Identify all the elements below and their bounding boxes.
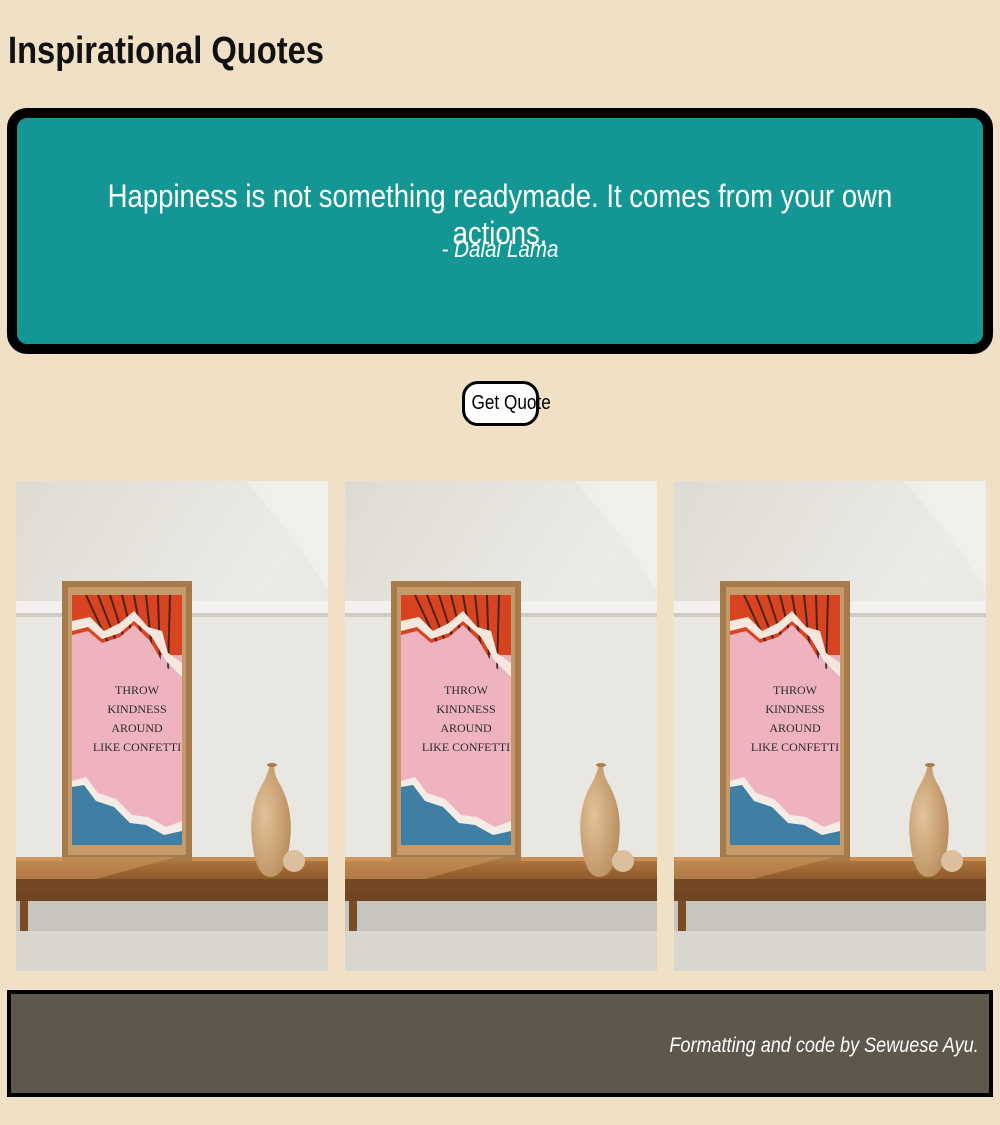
poster-photo-1: THROW KINDNESS AROUND LIKE CONFETTI <box>16 481 328 971</box>
footer-credit: Formatting and code by Sewuese Ayu. <box>669 1034 979 1057</box>
poster-text-line: LIKE CONFETTI <box>93 740 181 754</box>
get-quote-button[interactable]: Get Quote <box>462 381 551 426</box>
poster-scene-illustration: THROW KINDNESS AROUND LIKE CONFETTI <box>345 481 657 971</box>
quote-card: Happiness is not something readymade. It… <box>7 108 993 354</box>
poster-text-line: KINDNESS <box>436 702 495 716</box>
get-quote-button-label: Get Quote <box>471 392 551 414</box>
poster-photo-2: THROW KINDNESS AROUND LIKE CONFETTI <box>345 481 657 971</box>
poster-scene-illustration: THROW KINDNESS AROUND LIKE CONFETTI <box>674 481 986 971</box>
poster-text-line: THROW <box>115 683 160 697</box>
poster-text-line: KINDNESS <box>107 702 166 716</box>
image-gallery: THROW KINDNESS AROUND LIKE CONFETTI THRO… <box>0 481 1000 971</box>
poster-text-line: THROW <box>444 683 489 697</box>
poster-text-line: KINDNESS <box>765 702 824 716</box>
quote-author: - Dalai Lama <box>441 236 559 263</box>
poster-text-line: AROUND <box>769 721 821 735</box>
page-title: Inspirational Quotes <box>8 30 324 72</box>
poster-text-line: AROUND <box>440 721 492 735</box>
poster-scene-illustration: THROW KINDNESS AROUND LIKE CONFETTI <box>16 481 328 971</box>
footer: Formatting and code by Sewuese Ayu. <box>7 990 993 1097</box>
poster-photo-3: THROW KINDNESS AROUND LIKE CONFETTI <box>674 481 986 971</box>
poster-text-line: LIKE CONFETTI <box>751 740 839 754</box>
poster-text-line: AROUND <box>111 721 163 735</box>
poster-text-line: THROW <box>773 683 818 697</box>
poster-text-line: LIKE CONFETTI <box>422 740 510 754</box>
